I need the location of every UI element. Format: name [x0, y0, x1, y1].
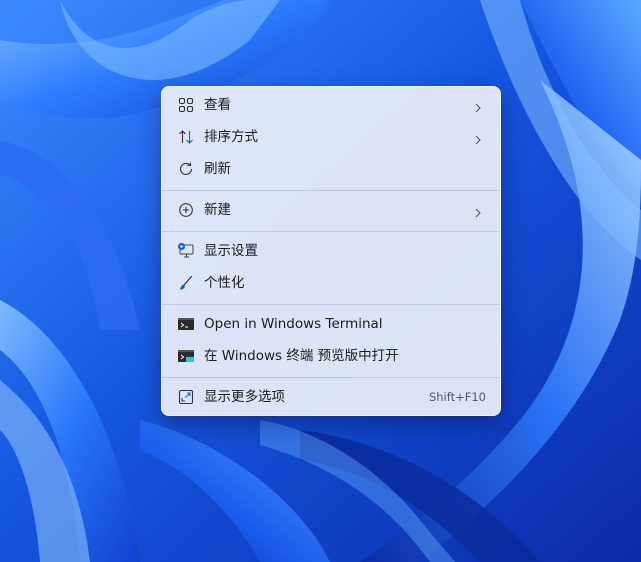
- terminal-preview-icon: [176, 346, 196, 366]
- menu-item-label: 查看: [204, 97, 231, 113]
- chevron-right-icon: [472, 204, 484, 218]
- keyboard-shortcut: Shift+F10: [428, 390, 486, 404]
- menu-item-open-terminal-preview[interactable]: 在 Windows 终端 预览版中打开: [166, 341, 498, 371]
- menu-item-sort-by[interactable]: 排序方式: [166, 122, 498, 152]
- menu-item-view[interactable]: 查看: [166, 90, 498, 120]
- desktop-context-menu: 查看 排序方式 刷新 新建 显示设置 个性化 Open in Windows T…: [161, 86, 501, 416]
- menu-separator: [162, 304, 500, 305]
- menu-item-new[interactable]: 新建: [166, 195, 498, 225]
- refresh-icon: [176, 159, 196, 179]
- menu-separator: [162, 190, 500, 191]
- add-circle-icon: [176, 200, 196, 220]
- menu-item-open-terminal[interactable]: Open in Windows Terminal: [166, 309, 498, 339]
- menu-item-label: 个性化: [204, 275, 245, 291]
- menu-item-label: 显示设置: [204, 243, 258, 259]
- open-external-icon: [176, 387, 196, 407]
- menu-item-label: 显示更多选项: [204, 389, 285, 405]
- sort-icon: [176, 127, 196, 147]
- menu-item-label: Open in Windows Terminal: [204, 316, 383, 332]
- chevron-right-icon: [472, 99, 484, 113]
- menu-separator: [162, 231, 500, 232]
- grid-icon: [176, 95, 196, 115]
- brush-icon: [176, 273, 196, 293]
- menu-item-refresh[interactable]: 刷新: [166, 154, 498, 184]
- menu-item-personalize[interactable]: 个性化: [166, 268, 498, 298]
- menu-item-label: 刷新: [204, 161, 231, 177]
- menu-item-show-more-options[interactable]: 显示更多选项 Shift+F10: [166, 382, 498, 412]
- menu-item-label: 排序方式: [204, 129, 258, 145]
- menu-item-label: 在 Windows 终端 预览版中打开: [204, 348, 399, 364]
- display-settings-icon: [176, 241, 196, 261]
- menu-item-label: 新建: [204, 202, 231, 218]
- menu-separator: [162, 377, 500, 378]
- terminal-icon: [176, 314, 196, 334]
- chevron-right-icon: [472, 131, 484, 145]
- menu-item-display-settings[interactable]: 显示设置: [166, 236, 498, 266]
